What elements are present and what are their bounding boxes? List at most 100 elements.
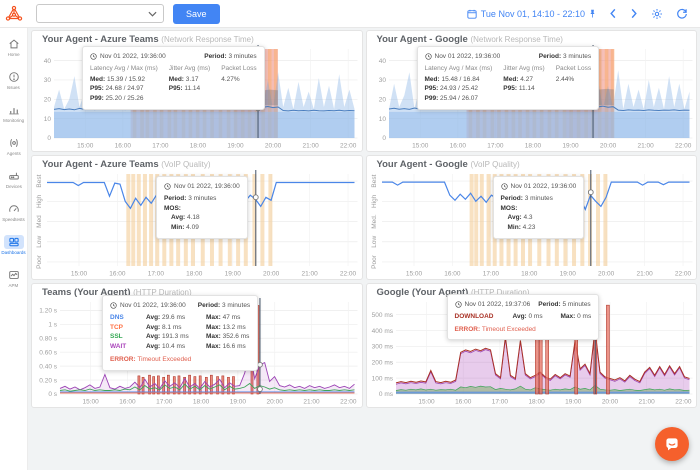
sidebar-item-speedtests[interactable]: Speedtests — [0, 202, 28, 223]
svg-text:20: 20 — [44, 97, 52, 104]
svg-text:30: 30 — [44, 77, 52, 84]
sidebar-item-dashboards[interactable]: Dashboards — [0, 235, 28, 256]
panel-title: Your Agent - Google (Network Response Ti… — [367, 31, 697, 45]
alert-circle-icon — [6, 70, 22, 84]
svg-text:17:00: 17:00 — [148, 271, 165, 278]
clock-icon — [454, 301, 462, 309]
settings-gear-button[interactable] — [651, 8, 663, 20]
svg-text:20: 20 — [378, 97, 386, 104]
svg-text:21:00: 21:00 — [301, 271, 318, 278]
clock-icon — [110, 302, 117, 310]
panel-azure-teams-network: Your Agent - Azure Teams (Network Respon… — [31, 30, 363, 152]
svg-text:0.40 s: 0.40 s — [39, 363, 57, 370]
svg-text:1.20 s: 1.20 s — [39, 308, 57, 315]
pin-icon[interactable] — [589, 9, 596, 19]
svg-text:17:00: 17:00 — [487, 143, 504, 150]
tooltip-period: Period: 3 minutes — [204, 53, 257, 60]
svg-text:20:00: 20:00 — [265, 143, 282, 150]
svg-text:18:00: 18:00 — [528, 399, 545, 406]
tooltip-time: Nov 01 2022, 19:36:00 — [434, 53, 501, 60]
tooltip-loss-col: Packet Loss 4.27% — [221, 64, 257, 83]
dashboard-grid: Your Agent - Azure Teams (Network Respon… — [28, 28, 700, 410]
svg-text:0.60 s: 0.60 s — [39, 349, 57, 356]
svg-text:22:00: 22:00 — [675, 143, 692, 150]
svg-text:Poor: Poor — [371, 254, 378, 269]
tooltip-period: Period: 3 minutes — [538, 53, 592, 60]
svg-text:10: 10 — [378, 116, 386, 123]
panel-azure-teams-voip: Your Agent - Azure Teams (VoIP Quality) … — [31, 155, 363, 280]
sidebar-item-home[interactable]: Home — [0, 37, 28, 58]
svg-text:0: 0 — [382, 135, 386, 142]
chart-tooltip: Nov 01 2022, 19:37:06 Period: 5 minutes … — [446, 294, 600, 341]
svg-text:17:00: 17:00 — [156, 399, 173, 406]
svg-text:19:00: 19:00 — [225, 271, 242, 278]
svg-text:15:00: 15:00 — [82, 399, 99, 406]
date-range-text: Tue Nov 01, 14:10 - 22:10 — [480, 8, 585, 19]
panel-title-text: Your Agent - Google — [376, 159, 468, 170]
tooltip-loss-col: Packet Loss 2.44% — [555, 64, 592, 83]
tooltip-time: Nov 01 2022, 19:36:00 — [174, 183, 240, 190]
tooltip-latency-col: Latency Avg / Max (ms) Med: 15.39 / 15.9… — [90, 64, 158, 102]
sidebar-item-monitoring[interactable]: Monitoring — [0, 103, 28, 124]
tooltip-mos-label: MOS: — [164, 204, 181, 212]
speedometer-icon — [6, 202, 22, 216]
svg-text:21:00: 21:00 — [637, 143, 654, 150]
support-chat-button[interactable] — [655, 427, 689, 461]
home-icon — [6, 37, 22, 51]
sidebar-item-agents[interactable]: Agents — [0, 136, 28, 157]
date-range-picker[interactable]: Tue Nov 01, 14:10 - 22:10 — [467, 9, 596, 19]
save-button[interactable]: Save — [173, 3, 220, 24]
svg-text:Best: Best — [371, 174, 378, 187]
tooltip-time: Nov 01 2022, 19:36:00 — [100, 53, 166, 60]
svg-text:21:00: 21:00 — [302, 143, 319, 150]
panel-subtitle: (Network Response Time) — [470, 35, 563, 44]
tooltip-mos-label: MOS: — [500, 204, 518, 212]
dashboard-select[interactable] — [36, 4, 164, 23]
svg-text:0.80 s: 0.80 s — [39, 335, 57, 342]
prev-period-button[interactable] — [609, 8, 617, 19]
tooltip-mos-min: Min: 4.09 — [171, 224, 199, 231]
tooltip-mos-avg: Avg: 4.3 — [507, 214, 533, 222]
svg-text:High: High — [371, 194, 378, 208]
tooltip-jitter-col: Jitter Avg (ms) Med: 3.17 P95: 11.14 — [168, 64, 211, 93]
tooltip-period: Period: 5 minutes — [538, 301, 591, 308]
panel-title-text: Your Agent - Azure Teams — [42, 34, 159, 45]
svg-text:0 s: 0 s — [48, 391, 57, 398]
device-router-icon — [6, 169, 22, 183]
sidebar-item-apm[interactable]: APM — [0, 268, 28, 289]
obkio-logo-icon — [5, 5, 23, 21]
svg-text:17:00: 17:00 — [491, 399, 508, 406]
tooltip-period: Period: 3 minutes — [164, 194, 217, 202]
svg-text:18:00: 18:00 — [524, 143, 541, 150]
panel-title: Your Agent - Azure Teams (VoIP Quality) — [32, 156, 362, 170]
svg-text:High: High — [36, 194, 43, 208]
svg-text:1 s: 1 s — [48, 322, 57, 329]
chart-tooltip: Nov 01 2022, 19:36:00 Period: 3 minutes … — [416, 46, 600, 110]
panel-title: Your Agent - Google (VoIP Quality) — [367, 156, 697, 170]
svg-text:19:00: 19:00 — [230, 399, 247, 406]
brand-logo[interactable] — [0, 5, 28, 23]
svg-text:18:00: 18:00 — [190, 143, 207, 150]
svg-text:18:00: 18:00 — [193, 399, 210, 406]
tooltip-jitter-col: Jitter Avg (ms) Med: 4.27 P95: 11.14 — [503, 64, 545, 93]
panel-title-text: Your Agent - Azure Teams — [42, 159, 159, 170]
sidebar-item-issues[interactable]: Issues — [0, 70, 28, 91]
refresh-button[interactable] — [676, 8, 688, 20]
svg-text:20:00: 20:00 — [263, 271, 280, 278]
svg-text:16:00: 16:00 — [115, 143, 132, 150]
sidebar-nav: Home Issues Monitoring Agents Devices Sp… — [0, 28, 28, 470]
chevron-down-icon — [148, 11, 157, 17]
svg-text:0 ms: 0 ms — [378, 391, 393, 398]
svg-text:19:00: 19:00 — [565, 399, 582, 406]
topbar: Save Tue Nov 01, 14:10 - 22:10 — [0, 0, 700, 28]
next-period-button[interactable] — [630, 8, 638, 19]
sidebar-item-devices[interactable]: Devices — [0, 169, 28, 190]
svg-text:21:00: 21:00 — [638, 399, 655, 406]
panel-subtitle: (Network Response Time) — [161, 35, 254, 44]
svg-text:Med.: Med. — [371, 214, 378, 229]
svg-text:20:00: 20:00 — [598, 271, 615, 278]
svg-text:20:00: 20:00 — [267, 399, 284, 406]
chart-tooltip: Nov 01 2022, 19:36:00 Period: 3 minutes … — [156, 176, 248, 239]
svg-text:100 ms: 100 ms — [371, 375, 393, 382]
panel-teams-http: Teams (Your Agent) (HTTP Duration) 0 s 0.… — [31, 283, 363, 408]
